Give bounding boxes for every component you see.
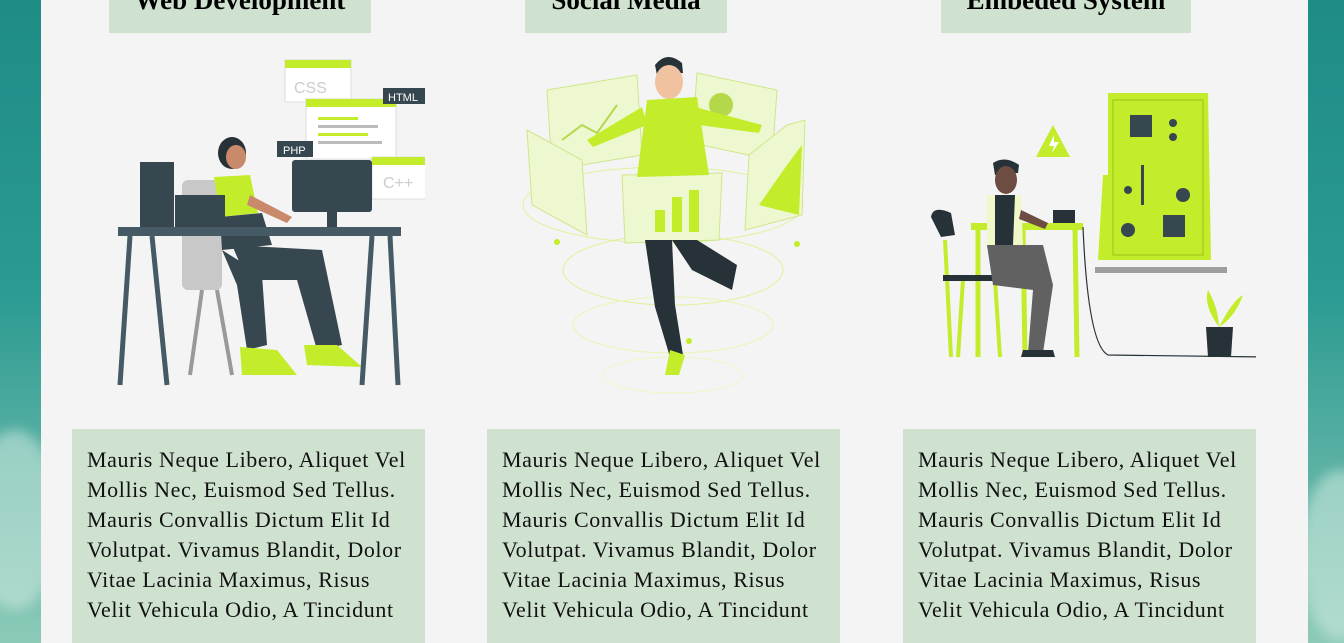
service-card-embedded-system: Embeded System Mauris Neque Libero, Aliq…	[903, 0, 1256, 643]
card-title: Embeded System	[941, 0, 1191, 33]
laptop	[175, 195, 225, 227]
card-description: Mauris Neque Libero, Aliquet Vel Mollis …	[903, 429, 1256, 643]
card-title: Web Development	[109, 0, 371, 33]
html-tag: HTML	[388, 92, 418, 104]
service-card-social-media: Social Media Mauris Neque Libero, Alique…	[487, 0, 840, 643]
card-description: Mauris Neque Libero, Aliquet Vel Mollis …	[487, 429, 840, 643]
device	[1053, 210, 1075, 223]
circuit-board	[1095, 93, 1227, 273]
services-panel: Web Development CSS HTML PHP C++ Mauris …	[41, 0, 1308, 643]
chair	[931, 209, 955, 237]
php-tag: PHP	[283, 145, 306, 157]
warning-icon	[1036, 125, 1070, 157]
desk	[118, 227, 401, 236]
code-window-php: PHP	[277, 141, 313, 157]
code-window-css: CSS	[284, 59, 352, 103]
code-window-html: HTML	[305, 88, 425, 160]
developer-at-desk-illustration: CSS HTML PHP C++	[117, 59, 425, 386]
service-card-web-development: Web Development CSS HTML PHP C++ Mauris …	[72, 0, 425, 643]
social-media-analyst-illustration	[522, 56, 806, 394]
cpp-tag: C++	[383, 175, 413, 192]
card-description: Mauris Neque Libero, Aliquet Vel Mollis …	[72, 429, 425, 643]
embedded-engineer-illustration	[931, 93, 1256, 358]
css-tag: CSS	[294, 80, 327, 97]
code-window-cpp: C++	[371, 156, 425, 200]
left-monitor	[140, 162, 174, 227]
monitor	[292, 160, 372, 212]
potted-plant	[1206, 290, 1243, 357]
card-title: Social Media	[525, 0, 727, 33]
